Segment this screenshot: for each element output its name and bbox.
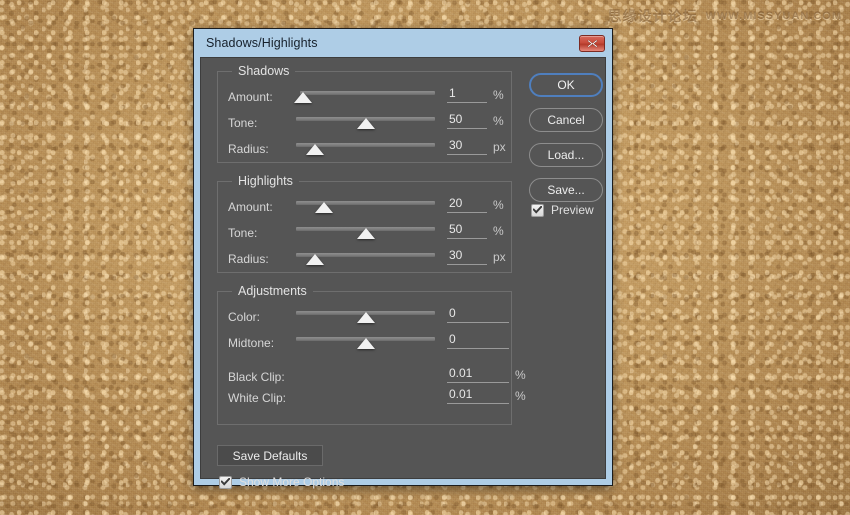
value-highlights-amount: 20 — [449, 196, 462, 210]
group-shadows: Shadows Amount: 1 % Tone: — [217, 71, 512, 163]
row-adjustments-midtone: Midtone: 0 — [228, 334, 503, 354]
input-highlights-tone[interactable]: 50 — [447, 222, 487, 239]
unit-highlights-tone: % — [493, 224, 504, 238]
label-shadows-amount: Amount: — [228, 90, 273, 104]
checkmark-icon — [531, 204, 544, 217]
show-more-options-label: Show More Options — [239, 475, 344, 489]
dialog-title: Shadows/Highlights — [206, 36, 318, 50]
load-button-label: Load... — [548, 148, 585, 162]
slider-highlights-radius[interactable] — [296, 250, 435, 270]
load-button[interactable]: Load... — [529, 143, 603, 167]
save-button[interactable]: Save... — [529, 178, 603, 202]
save-button-label: Save... — [547, 183, 584, 197]
value-shadows-amount: 1 — [449, 86, 456, 100]
row-shadows-tone: Tone: 50 % — [228, 114, 503, 134]
label-black-clip: Black Clip: — [228, 370, 285, 384]
label-highlights-radius: Radius: — [228, 252, 269, 266]
label-white-clip: White Clip: — [228, 391, 286, 405]
shadows-highlights-dialog: Shadows/Highlights Shadows Amount: 1 % — [193, 28, 613, 486]
preview-checkbox-label: Preview — [551, 203, 594, 217]
ok-button-label: OK — [557, 78, 574, 92]
cancel-button-label: Cancel — [547, 113, 584, 127]
unit-black-clip: % — [515, 368, 526, 382]
ok-button[interactable]: OK — [529, 73, 603, 97]
label-shadows-radius: Radius: — [228, 142, 269, 156]
slider-track — [300, 91, 435, 95]
slider-thumb[interactable] — [357, 228, 375, 239]
value-highlights-tone: 50 — [449, 222, 462, 236]
label-adjustments-color: Color: — [228, 310, 260, 324]
slider-shadows-tone[interactable] — [296, 114, 435, 134]
row-highlights-radius: Radius: 30 px — [228, 250, 503, 270]
save-defaults-label: Save Defaults — [233, 449, 308, 463]
input-shadows-tone[interactable]: 50 — [447, 112, 487, 129]
checkmark-icon — [219, 476, 232, 489]
dialog-panel: Shadows Amount: 1 % Tone: — [200, 57, 606, 479]
row-white-clip: White Clip: 0.01 % — [228, 389, 503, 409]
row-shadows-radius: Radius: 30 px — [228, 140, 503, 160]
label-highlights-tone: Tone: — [228, 226, 257, 240]
label-adjustments-midtone: Midtone: — [228, 336, 274, 350]
value-shadows-radius: 30 — [449, 138, 462, 152]
watermark: 思缘设计论坛 WWW.MISSYUAN.COM — [608, 6, 842, 26]
preview-checkbox[interactable]: Preview — [531, 203, 594, 217]
group-highlights: Highlights Amount: 20 % Tone: — [217, 181, 512, 273]
group-adjustments: Adjustments Color: 0 Midtone: 0 — [217, 291, 512, 425]
slider-thumb[interactable] — [315, 202, 333, 213]
input-adjustments-color[interactable]: 0 — [447, 306, 509, 323]
unit-highlights-radius: px — [493, 250, 506, 264]
input-highlights-radius[interactable]: 30 — [447, 248, 487, 265]
value-black-clip: 0.01 — [449, 366, 472, 380]
watermark-url-text: WWW.MISSYUAN.COM — [706, 10, 842, 22]
row-adjustments-color: Color: 0 — [228, 308, 503, 328]
value-highlights-radius: 30 — [449, 248, 462, 262]
slider-thumb[interactable] — [306, 254, 324, 265]
cancel-button[interactable]: Cancel — [529, 108, 603, 132]
value-adjustments-color: 0 — [449, 306, 456, 320]
input-shadows-amount[interactable]: 1 — [447, 86, 487, 103]
watermark-cn-text: 思缘设计论坛 — [608, 6, 698, 26]
unit-highlights-amount: % — [493, 198, 504, 212]
close-icon[interactable] — [579, 35, 605, 52]
slider-shadows-amount[interactable] — [300, 88, 435, 108]
unit-shadows-tone: % — [493, 114, 504, 128]
slider-thumb[interactable] — [357, 118, 375, 129]
unit-shadows-amount: % — [493, 88, 504, 102]
slider-thumb[interactable] — [357, 338, 375, 349]
slider-thumb[interactable] — [306, 144, 324, 155]
input-white-clip[interactable]: 0.01 — [447, 387, 509, 404]
row-black-clip: Black Clip: 0.01 % — [228, 368, 503, 388]
save-defaults-button[interactable]: Save Defaults — [217, 445, 323, 466]
slider-shadows-radius[interactable] — [296, 140, 435, 160]
group-adjustments-label: Adjustments — [232, 284, 313, 298]
slider-highlights-amount[interactable] — [296, 198, 435, 218]
input-highlights-amount[interactable]: 20 — [447, 196, 487, 213]
row-highlights-tone: Tone: 50 % — [228, 224, 503, 244]
row-shadows-amount: Amount: 1 % — [228, 88, 503, 108]
group-shadows-label: Shadows — [232, 64, 295, 78]
dialog-titlebar[interactable]: Shadows/Highlights — [200, 29, 606, 57]
group-highlights-label: Highlights — [232, 174, 299, 188]
slider-thumb[interactable] — [294, 92, 312, 103]
label-highlights-amount: Amount: — [228, 200, 273, 214]
value-white-clip: 0.01 — [449, 387, 472, 401]
input-shadows-radius[interactable]: 30 — [447, 138, 487, 155]
slider-adjustments-color[interactable] — [296, 308, 435, 328]
slider-highlights-tone[interactable] — [296, 224, 435, 244]
unit-white-clip: % — [515, 389, 526, 403]
input-adjustments-midtone[interactable]: 0 — [447, 332, 509, 349]
row-highlights-amount: Amount: 20 % — [228, 198, 503, 218]
show-more-options-checkbox[interactable]: Show More Options — [219, 475, 344, 489]
label-shadows-tone: Tone: — [228, 116, 257, 130]
value-adjustments-midtone: 0 — [449, 332, 456, 346]
slider-adjustments-midtone[interactable] — [296, 334, 435, 354]
unit-shadows-radius: px — [493, 140, 506, 154]
input-black-clip[interactable]: 0.01 — [447, 366, 509, 383]
slider-thumb[interactable] — [357, 312, 375, 323]
value-shadows-tone: 50 — [449, 112, 462, 126]
